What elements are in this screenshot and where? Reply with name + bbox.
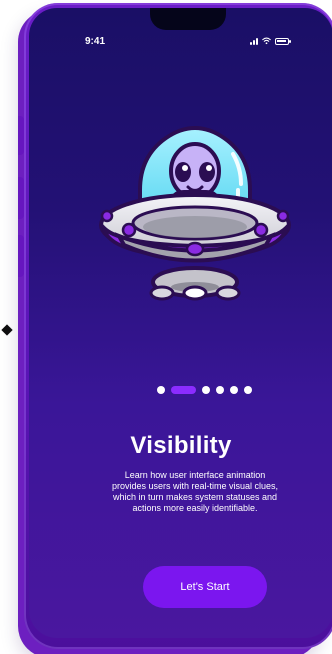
page-dot-4[interactable] [216,386,224,394]
diamond-icon [1,324,13,336]
page-dot-3[interactable] [202,386,210,394]
wifi-icon [262,37,271,45]
phone-screen: 9:41 Visibility Learn how user interface… [29,8,332,638]
alien-ufo-illustration [99,126,291,301]
phone-notch [150,8,226,30]
battery-icon [275,37,291,45]
page-dot-2-active[interactable] [171,386,196,394]
page-dot-6[interactable] [244,386,252,394]
page-dot-1[interactable] [157,386,165,394]
onboarding-description: Learn how user interface animation provi… [111,470,279,513]
onboarding-title: Visibility [130,432,232,459]
status-time: 9:41 [85,36,106,47]
status-icons [250,37,291,45]
lets-start-button[interactable]: Let's Start [143,566,267,608]
page-dot-5[interactable] [230,386,238,394]
status-bar: 9:41 [57,36,301,52]
app-mockup-stage: 9:41 Visibility Learn how user interface… [0,0,332,654]
signal-icon [250,37,258,45]
pagination-dots [157,386,252,394]
